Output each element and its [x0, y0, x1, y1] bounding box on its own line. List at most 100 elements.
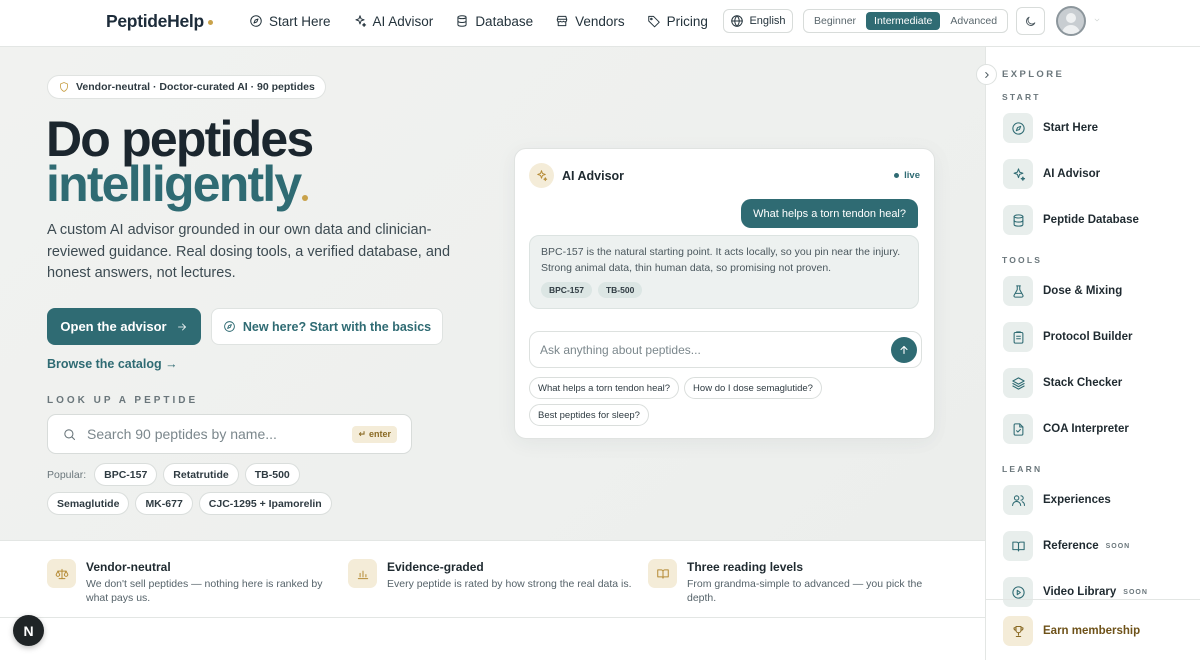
nav-start-here[interactable]: Start Here [249, 14, 331, 29]
sidebar-item-dose-mixing[interactable]: Dose & Mixing [1003, 276, 1183, 306]
sidebar-item-video-library[interactable]: Video Library SOON [1003, 577, 1183, 607]
sidebar-item-reference[interactable]: Reference SOON [1003, 531, 1183, 561]
soon-badge: SOON [1123, 588, 1148, 596]
nav-pricing[interactable]: Pricing [647, 14, 708, 29]
feature-vendor-neutral: Vendor-neutral We don't sell peptides — … [47, 559, 336, 605]
peptide-chip[interactable]: MK-677 [135, 492, 193, 515]
sidebar-section-learn: LEARN [1002, 464, 1043, 474]
chevron-right-icon [984, 71, 989, 78]
hero-description: A custom AI advisor grounded in our own … [47, 222, 451, 281]
open-advisor-button[interactable]: Open the advisor [47, 308, 201, 345]
enter-hint-label: enter [368, 429, 391, 439]
sidebar-item-label: Protocol Builder [1043, 331, 1133, 343]
sidebar-collapse-button[interactable] [976, 64, 997, 85]
feature-title: Evidence-graded [387, 560, 484, 574]
shield-icon [60, 82, 68, 92]
peptide-tag[interactable]: TB-500 [597, 282, 643, 298]
nav-label: Database [475, 13, 534, 29]
feature-desc: From grandma-simple to advanced — you pi… [687, 578, 923, 604]
sidebar-item-icon [1003, 159, 1033, 189]
suggestion-chip[interactable]: How do I dose semaglutide? [684, 377, 822, 399]
reading-level-toggle: Beginner Intermediate Advanced [803, 9, 1008, 33]
nav-label: Start Here [269, 13, 331, 29]
language-selector[interactable]: English [723, 9, 793, 33]
sidebar-item-icon [1003, 322, 1033, 352]
sidebar-item-label: Video Library [1043, 586, 1117, 598]
popular-label: Popular: [47, 468, 87, 481]
sidebar-item-icon [1003, 485, 1033, 515]
nav-database[interactable]: Database [455, 14, 533, 29]
brand-dot [207, 20, 213, 25]
sidebar-item-icon [1003, 368, 1033, 398]
main-nav: Start Here AI Advisor Database Vendors P… [249, 0, 708, 42]
sidebar-item-protocol-builder[interactable]: Protocol Builder [1003, 322, 1183, 352]
nav-label: Pricing [666, 13, 708, 29]
level-advanced[interactable]: Advanced [942, 12, 1005, 30]
suggestion-chip[interactable]: Best peptides for sleep? [529, 404, 649, 426]
globe-icon [731, 15, 744, 27]
sparkles-icon [354, 15, 366, 27]
ai-advisor-preview-card: AI Advisor live What helps a torn tendon… [514, 148, 935, 439]
sidebar-item-label: Reference [1043, 540, 1099, 552]
user-avatar[interactable] [1056, 6, 1086, 36]
users-icon [1011, 494, 1025, 506]
open-advisor-label: Open the advisor [60, 319, 167, 334]
peptide-chip[interactable]: Retatrutide [163, 463, 239, 486]
chevron-down-icon[interactable] [1093, 16, 1101, 24]
theme-toggle-button[interactable] [1016, 7, 1045, 35]
ai-response-text: BPC-157 is the natural starting point. I… [541, 246, 901, 274]
nav-label: Vendors [575, 13, 625, 29]
sidebar-section-tools: TOOLS [1002, 255, 1043, 265]
send-button[interactable] [891, 336, 917, 363]
peptide-chip[interactable]: CJC-1295 + Ipamorelin [198, 492, 332, 515]
language-label: English [749, 15, 786, 27]
level-intermediate[interactable]: Intermediate [866, 12, 941, 30]
peptide-chip[interactable]: BPC-157 [94, 463, 158, 486]
enter-arrow: ↵ [358, 428, 366, 439]
clipboard-icon [1013, 330, 1023, 344]
peptide-chip[interactable]: Semaglutide [47, 492, 130, 515]
peptide-chip[interactable]: TB-500 [244, 463, 300, 486]
page-footer-area [0, 618, 985, 660]
flask-icon [1012, 284, 1024, 298]
sidebar-item-label: Dose & Mixing [1043, 285, 1123, 297]
nav-ai-advisor[interactable]: AI Advisor [353, 14, 433, 29]
sidebar-item-experiences[interactable]: Experiences [1003, 485, 1183, 515]
hero-title-line-2: intelligently [46, 156, 309, 212]
sidebar-item-icon [1003, 414, 1033, 444]
sidebar-heading: EXPLORE [1002, 69, 1065, 80]
sidebar-item-label: Experiences [1043, 494, 1111, 506]
feature-desc: Every peptide is rated by how strong the… [387, 578, 632, 590]
browse-catalog-link[interactable]: Browse the catalog → [47, 357, 178, 371]
live-dot [894, 173, 900, 178]
floating-help-button[interactable]: N [13, 615, 44, 646]
nav-vendors[interactable]: Vendors [555, 14, 625, 29]
sparkles-icon [1013, 167, 1025, 181]
advisor-avatar [529, 163, 554, 188]
sidebar-item-icon [1003, 276, 1033, 306]
sidebar-item-stack-checker[interactable]: Stack Checker [1003, 368, 1183, 398]
sidebar-item-start-here[interactable]: Start Here [1003, 113, 1183, 143]
sidebar-item-earn-membership[interactable]: Earn membership [1003, 616, 1183, 646]
start-basics-label: New here? Start with the basics [242, 319, 432, 334]
compass-icon [250, 15, 262, 27]
file-check-icon [1013, 422, 1023, 436]
sidebar-item-coa-interpreter[interactable]: COA Interpreter [1003, 414, 1183, 444]
peptide-search-input[interactable] [87, 426, 343, 442]
ai-response: BPC-157 is the natural starting point. I… [529, 235, 919, 309]
ask-input[interactable] [540, 342, 891, 357]
feature-icon [348, 559, 377, 588]
card-title: AI Advisor [562, 168, 625, 183]
book-icon [1011, 541, 1025, 551]
suggestion-chip[interactable]: What helps a torn tendon heal? [529, 377, 680, 399]
brand-logo[interactable]: PeptideHelp [106, 11, 213, 32]
sidebar-item-icon [1003, 205, 1033, 235]
peptide-tag[interactable]: BPC-157 [541, 282, 592, 298]
level-beginner[interactable]: Beginner [806, 12, 864, 30]
sidebar-item-ai-advisor[interactable]: AI Advisor [1003, 159, 1183, 189]
database-icon [1013, 213, 1023, 227]
hero-title-accent: intelligently [46, 156, 302, 212]
sidebar-item-peptide-database[interactable]: Peptide Database [1003, 205, 1183, 235]
feature-text: Vendor-neutral We don't sell peptides — … [86, 559, 336, 605]
start-basics-button[interactable]: New here? Start with the basics [211, 308, 443, 345]
